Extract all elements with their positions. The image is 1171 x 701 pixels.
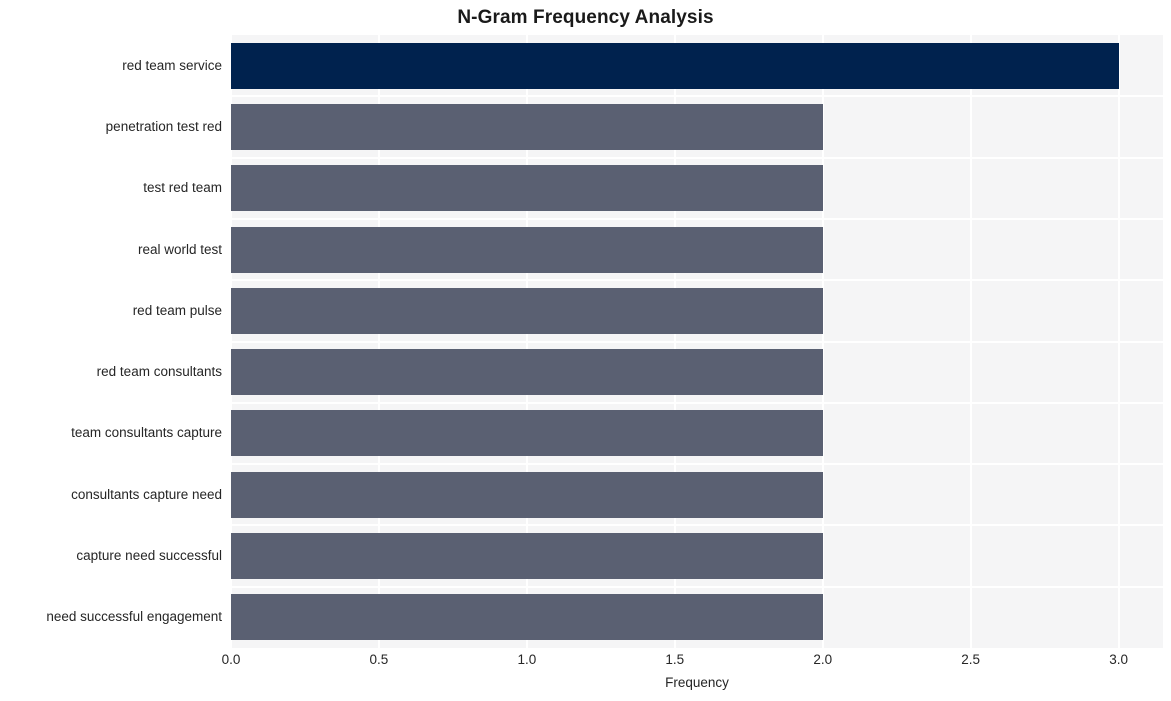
x-axis-tick-label: 2.5 bbox=[961, 652, 981, 667]
x-axis-title: Frequency bbox=[665, 675, 729, 690]
x-axis-tick-label: 2.0 bbox=[813, 652, 833, 667]
bar-series bbox=[231, 35, 1163, 648]
y-axis-tick-label: red team consultants bbox=[96, 364, 222, 380]
x-axis-tick-label: 1.0 bbox=[517, 652, 537, 667]
x-axis-tick-label: 0.5 bbox=[369, 652, 389, 667]
y-axis-tick-label: red team service bbox=[122, 57, 222, 73]
y-axis-tick-label: test red team bbox=[143, 180, 222, 196]
x-axis-tick-label: 3.0 bbox=[1109, 652, 1128, 667]
bar bbox=[231, 287, 823, 334]
bar bbox=[231, 594, 823, 641]
y-axis-tick-label: need successful engagement bbox=[46, 609, 222, 625]
y-axis-tick-label: red team pulse bbox=[132, 302, 222, 318]
x-axis-tick-labels: 0.0 0.5 1.0 1.5 2.0 2.5 3.0 bbox=[0, 652, 1171, 672]
y-axis-tick-label: team consultants capture bbox=[71, 425, 222, 441]
plot-area bbox=[231, 35, 1163, 648]
y-axis-tick-label: penetration test red bbox=[105, 118, 222, 134]
chart-figure: N-Gram Frequency Analysis red team servi… bbox=[0, 0, 1171, 701]
bar bbox=[231, 42, 1119, 89]
bar bbox=[231, 533, 823, 580]
chart-title: N-Gram Frequency Analysis bbox=[457, 7, 714, 28]
y-axis-tick-label: capture need successful bbox=[76, 548, 222, 564]
y-axis-tick-label: consultants capture need bbox=[71, 486, 222, 502]
x-axis-tick-label: 1.5 bbox=[665, 652, 685, 667]
bar bbox=[231, 349, 823, 396]
bar bbox=[231, 410, 823, 457]
y-axis-tick-labels: red team service penetration test red test… bbox=[0, 35, 222, 648]
bar bbox=[231, 103, 823, 150]
bar bbox=[231, 471, 823, 518]
bar bbox=[231, 165, 823, 212]
x-axis-tick-label: 0.0 bbox=[221, 652, 241, 667]
y-axis-tick-label: real world test bbox=[137, 241, 222, 257]
bar bbox=[231, 226, 823, 273]
